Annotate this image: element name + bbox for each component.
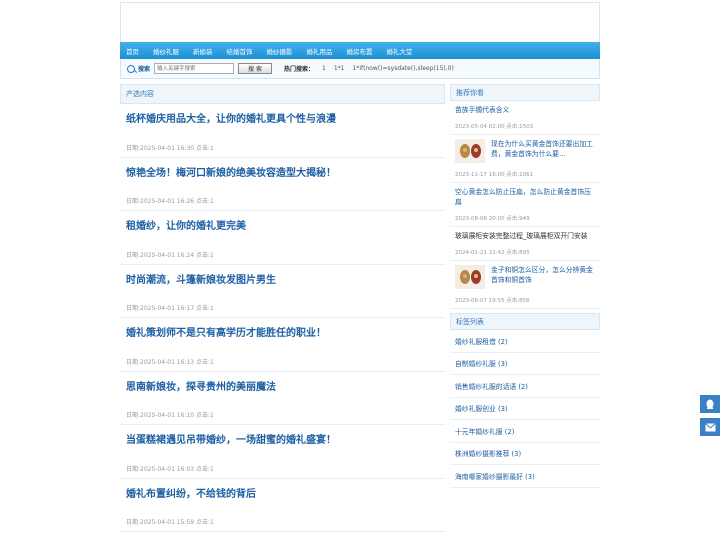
recommend-meta: 2023-08-06 20:00 点击:949 <box>455 216 530 222</box>
article-item: 思南新娘妆，探寻贵州的美丽魔法 日期:2025-04-01 16:10 点击:1 <box>120 372 445 425</box>
tag-link[interactable]: 销售婚纱礼服的话语 (2) <box>450 375 600 398</box>
tag-link[interactable]: 海南哪家婚纱摄影最好 (3) <box>450 465 600 488</box>
article-meta: 日期:2025-04-01 16:10 点击:1 <box>126 412 214 419</box>
recommend-item: 金子和铜怎么区分，怎么分辨黄金首饰和铜首饰 2023-06-07 19:55 点… <box>450 261 600 309</box>
nav-photography[interactable]: 婚纱摄影 <box>267 46 293 56</box>
article-meta: 日期:2025-04-01 16:13 点击:1 <box>126 358 214 366</box>
recommend-title: 推荐你看 <box>450 84 600 101</box>
qq-icon[interactable] <box>700 395 720 413</box>
article-item: 婚礼策划师不是只有高学历才能胜任的职业！ 日期:2025-04-01 16:13… <box>120 318 445 372</box>
search-label: 搜索 <box>138 66 151 73</box>
main-content: 产选内容 纸杯婚庆用品大全，让你的婚礼更具个性与浪漫 日期:2025-04-01… <box>120 84 445 532</box>
nav-wedding-dress[interactable]: 婚纱礼服 <box>153 46 179 56</box>
tag-link[interactable]: 十元年婚纱礼服 (2) <box>450 420 600 443</box>
recommend-item: 现在为什么买黄金首饰还要出加工费，黄金首饰为什么要... 2023-11-17 … <box>450 135 600 183</box>
article-title[interactable]: 婚礼布置纠纷，不给钱的背后 <box>126 485 439 500</box>
article-title[interactable]: 当蛋糕裙遇见吊带婚纱，一场甜蜜的婚礼盛宴！ <box>126 431 439 446</box>
article-title[interactable]: 惊艳全场！梅河口新娘的绝美妆容造型大揭秘！ <box>126 164 439 179</box>
hot-search-item[interactable]: 1*1 <box>334 65 345 72</box>
main-panel-title: 产选内容 <box>120 84 445 104</box>
article-meta: 日期:2025-04-01 16:24 点击:1 <box>126 251 214 259</box>
recommend-item: 苗族手镯代表含义 2023-05-04 02:00 点击:1503 <box>450 101 600 135</box>
recommend-meta: 2023-11-17 16:00 点击:1061 <box>455 172 534 178</box>
recommend-title-link[interactable]: 玻璃展柜安装完整过程_玻璃展柜双开门安装 <box>455 231 588 241</box>
article-meta: 日期:2025-04-01 16:03 点击:1 <box>126 465 214 473</box>
tag-link[interactable]: 株洲婚纱摄影推荐 (3) <box>450 443 600 465</box>
article-title[interactable]: 租婚纱，让你的婚礼更完美 <box>126 217 439 232</box>
tag-link[interactable]: 婚纱礼服租借 (2) <box>450 330 600 353</box>
recommend-meta: 2023-06-07 19:55 点击:856 <box>455 298 530 304</box>
hot-search-item[interactable]: 1 <box>322 65 326 72</box>
top-wrapper: 首页 婚纱礼服 新娘装 结婚首饰 婚纱摄影 婚礼用品 婚房布置 婚礼大堂 搜索 … <box>120 2 600 79</box>
recommend-item: 玻璃展柜安装完整过程_玻璃展柜双开门安装 2024-01-21 22:42 点击… <box>450 227 600 261</box>
recommend-meta: 2023-05-04 02:00 点击:1503 <box>455 124 534 130</box>
nav-bride-wear[interactable]: 新娘装 <box>193 46 213 56</box>
tag-link[interactable]: 自制婚纱礼服 (3) <box>450 353 600 375</box>
search-bar: 搜索 搜 索 热门搜索： 1 1*1 1*if(now()=sysdate(),… <box>120 59 600 79</box>
article-item: 租婚纱，让你的婚礼更完美 日期:2025-04-01 16:24 点击:1 <box>120 211 445 265</box>
article-item: 纸杯婚庆用品大全，让你的婚礼更具个性与浪漫 日期:2025-04-01 16:3… <box>120 104 445 158</box>
search-button[interactable]: 搜 索 <box>238 63 273 74</box>
nav-hall[interactable]: 婚礼大堂 <box>387 46 413 56</box>
recommend-title-link[interactable]: 苗族手镯代表含义 <box>455 105 509 115</box>
recommend-title-link[interactable]: 金子和铜怎么区分，怎么分辨黄金首饰和铜首饰 <box>491 265 595 285</box>
sidebar: 推荐你看 苗族手镯代表含义 2023-05-04 02:00 点击:1503 现在… <box>450 84 600 488</box>
recommend-meta: 2024-01-21 22:42 点击:895 <box>455 250 530 256</box>
article-title[interactable]: 思南新娘妆，探寻贵州的美丽魔法 <box>126 378 439 393</box>
recommend-title-link[interactable]: 空心黄金怎么防止压扁，怎么防止黄金首饰压扁 <box>455 187 595 207</box>
nav-home[interactable]: 首页 <box>126 46 139 56</box>
article-title[interactable]: 婚礼策划师不是只有高学历才能胜任的职业！ <box>126 324 439 339</box>
article-item: 惊艳全场！梅河口新娘的绝美妆容造型大揭秘！ 日期:2025-04-01 16:2… <box>120 158 445 211</box>
article-item: 时尚潮流，斗篷新娘妆发图片男生 日期:2025-04-01 16:17 点击:1 <box>120 265 445 318</box>
nav-supplies[interactable]: 婚礼用品 <box>307 46 333 56</box>
thumbnail-image[interactable] <box>455 265 485 289</box>
article-title[interactable]: 时尚潮流，斗篷新娘妆发图片男生 <box>126 271 439 286</box>
article-item: 当蛋糕裙遇见吊带婚纱，一场甜蜜的婚礼盛宴！ 日期:2025-04-01 16:0… <box>120 425 445 479</box>
article-meta: 日期:2025-04-01 16:26 点击:1 <box>126 198 214 205</box>
article-meta: 日期:2025-04-01 15:59 点击:1 <box>126 519 214 526</box>
tag-link[interactable]: 婚纱礼服创业 (3) <box>450 398 600 420</box>
recommend-title-link[interactable]: 现在为什么买黄金首饰还要出加工费，黄金首饰为什么要... <box>491 139 595 159</box>
nav-jewelry[interactable]: 结婚首饰 <box>227 46 253 56</box>
header-banner <box>120 2 600 42</box>
tags-title: 标签列表 <box>450 313 600 330</box>
nav-decoration[interactable]: 婚房布置 <box>347 46 373 56</box>
search-icon <box>127 64 135 73</box>
search-input[interactable] <box>154 63 235 74</box>
article-item: 婚礼布置纠纷，不给钱的背后 日期:2025-04-01 15:59 点击:1 <box>120 479 445 532</box>
article-meta: 日期:2025-04-01 16:30 点击:1 <box>126 144 214 152</box>
article-meta: 日期:2025-04-01 16:17 点击:1 <box>126 305 214 312</box>
recommend-item: 空心黄金怎么防止压扁，怎么防止黄金首饰压扁 2023-08-06 20:00 点… <box>450 183 600 227</box>
main-nav: 首页 婚纱礼服 新娘装 结婚首饰 婚纱摄影 婚礼用品 婚房布置 婚礼大堂 <box>120 42 600 59</box>
thumbnail-image[interactable] <box>455 139 485 163</box>
mail-icon[interactable] <box>700 418 720 436</box>
article-title[interactable]: 纸杯婚庆用品大全，让你的婚礼更具个性与浪漫 <box>126 110 439 125</box>
hot-search-item[interactable]: 1*if(now()=sysdate(),sleep(15),0) <box>353 65 454 72</box>
hot-search-label: 热门搜索： <box>284 66 315 73</box>
